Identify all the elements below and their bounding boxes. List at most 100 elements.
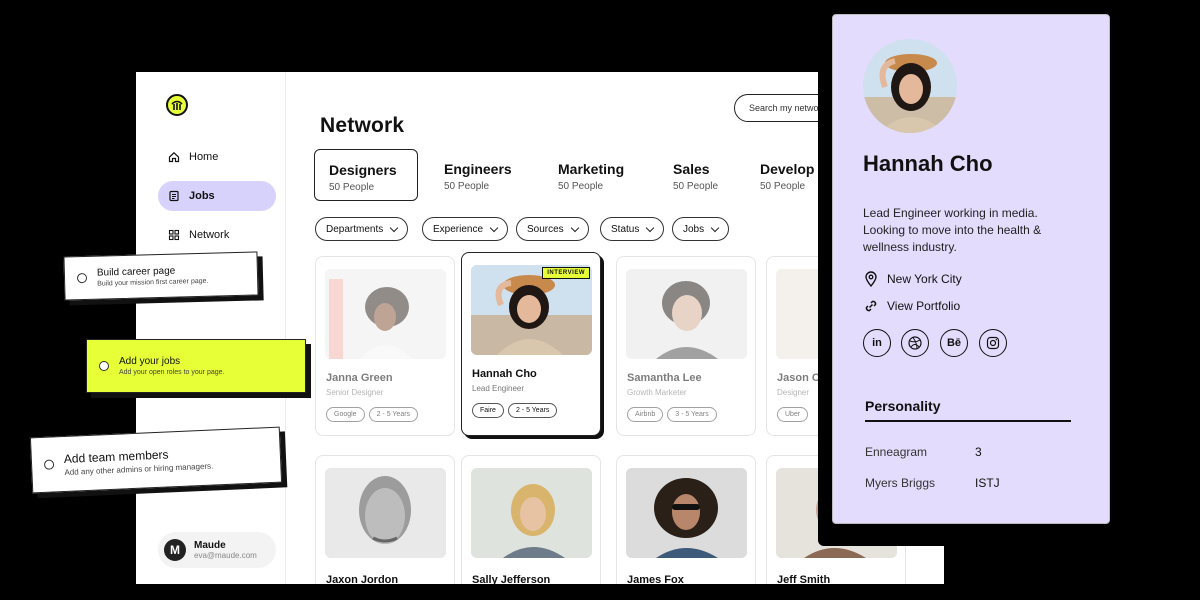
filter-label: Jobs bbox=[683, 223, 705, 235]
tab-count: 50 People bbox=[444, 181, 490, 192]
linkedin-icon[interactable]: in bbox=[863, 329, 891, 357]
person-card[interactable]: Samantha Lee Growth Marketer Airbnb 3 - 5… bbox=[616, 256, 756, 436]
task-subtitle: Build your mission first career page. bbox=[97, 277, 209, 288]
person-photo bbox=[325, 468, 446, 558]
sidebar-item-network[interactable]: Network bbox=[158, 220, 276, 250]
experience-tag: 2 - 5 Years bbox=[507, 403, 558, 418]
filter-departments[interactable]: Departments bbox=[315, 217, 409, 241]
chevron-down-icon bbox=[710, 223, 720, 232]
person-card[interactable]: Jaxon Jordon bbox=[315, 455, 455, 584]
company-tag: Faire bbox=[472, 403, 504, 418]
location-text: New York City bbox=[887, 272, 962, 286]
section-title: Personality bbox=[865, 398, 941, 414]
network-icon bbox=[168, 229, 180, 241]
document-icon bbox=[169, 190, 179, 202]
person-name: Jason C bbox=[777, 372, 820, 384]
user-name: Maude bbox=[194, 540, 226, 551]
chevron-down-icon bbox=[646, 223, 655, 232]
sidebar-item-label: Network bbox=[189, 229, 230, 241]
person-name: Sally Jefferson bbox=[472, 574, 551, 584]
behance-icon[interactable]: Bē bbox=[940, 329, 968, 357]
person-card[interactable]: James Fox bbox=[616, 455, 756, 584]
filter-sources[interactable]: Sources bbox=[516, 217, 589, 241]
trait-label: Myers Briggs bbox=[865, 476, 936, 490]
person-photo bbox=[626, 269, 747, 359]
person-card[interactable]: Janna Green Senior Designer Google 2 - 5 … bbox=[315, 256, 455, 436]
sidebar-item-label: Jobs bbox=[189, 190, 215, 202]
filter-label: Departments bbox=[326, 223, 384, 235]
task-add-team-members[interactable]: Add team members Add any other admins or… bbox=[29, 426, 283, 494]
trait-label: Enneagram bbox=[865, 445, 928, 459]
profile-name: Hannah Cho bbox=[863, 151, 993, 176]
divider bbox=[865, 420, 1071, 422]
company-tag: Uber bbox=[777, 407, 809, 422]
person-name: James Fox bbox=[627, 574, 684, 584]
trait-value: ISTJ bbox=[975, 476, 1000, 490]
instagram-icon[interactable] bbox=[979, 329, 1007, 357]
person-role: Designer bbox=[777, 388, 810, 397]
page-title: Network bbox=[320, 114, 405, 137]
task-checkbox[interactable] bbox=[99, 361, 109, 371]
task-checkbox[interactable] bbox=[76, 272, 88, 284]
person-role: Lead Engineer bbox=[472, 384, 525, 393]
logo-icon bbox=[166, 94, 188, 116]
company-tag: Google bbox=[326, 407, 365, 422]
portfolio-text: View Portfolio bbox=[887, 299, 961, 313]
filter-experience[interactable]: Experience bbox=[422, 217, 509, 241]
profile-location: New York City bbox=[863, 271, 962, 287]
profile-panel: Hannah Cho Lead Engineer working in medi… bbox=[832, 14, 1110, 524]
filter-label: Experience bbox=[433, 223, 484, 235]
filter-label: Sources bbox=[527, 223, 564, 235]
trait-value: 3 bbox=[975, 445, 982, 459]
person-name: Hannah Cho bbox=[472, 368, 537, 380]
tab-label: Sales bbox=[673, 161, 710, 177]
person-name: Jaxon Jordon bbox=[326, 574, 399, 584]
person-card-selected[interactable]: INTERVIEW Hannah Cho Lead Engineer Faire… bbox=[461, 252, 601, 436]
profile-bio: Lead Engineer working in media. Looking … bbox=[863, 206, 1042, 254]
person-photo bbox=[626, 468, 747, 558]
location-pin-icon bbox=[865, 271, 877, 287]
task-title: Build career page bbox=[96, 265, 176, 279]
profile-photo bbox=[863, 39, 957, 133]
task-subtitle: Add your open roles to your page. bbox=[119, 369, 225, 376]
avatar: M bbox=[164, 539, 186, 561]
sidebar-item-jobs[interactable]: Jobs bbox=[158, 181, 276, 211]
task-build-career-page[interactable]: Build career page Build your mission fir… bbox=[63, 251, 259, 301]
person-name: Jeff Smith bbox=[777, 574, 831, 584]
filter-status[interactable]: Status bbox=[600, 217, 665, 241]
tab-sales[interactable]: Sales 50 People bbox=[659, 149, 732, 201]
view-portfolio-link[interactable]: View Portfolio bbox=[863, 298, 960, 314]
sidebar-item-home[interactable]: Home bbox=[158, 142, 276, 172]
dribbble-icon[interactable] bbox=[901, 329, 929, 357]
person-card[interactable]: Sally Jefferson bbox=[461, 455, 601, 584]
experience-tag: 3 - 5 Years bbox=[667, 407, 717, 422]
home-icon bbox=[168, 151, 180, 163]
tab-label: Develop bbox=[760, 161, 815, 177]
status-badge: INTERVIEW bbox=[542, 267, 590, 279]
person-photo bbox=[325, 269, 446, 359]
sidebar-item-label: Home bbox=[189, 151, 219, 163]
tab-count: 50 People bbox=[673, 181, 719, 192]
task-add-your-jobs[interactable]: Add your jobs Add your open roles to you… bbox=[86, 339, 306, 393]
person-role: Senior Designer bbox=[326, 388, 384, 397]
chevron-down-icon bbox=[570, 223, 579, 232]
experience-tag: 2 - 5 Years bbox=[368, 407, 419, 422]
person-name: Janna Green bbox=[326, 372, 393, 384]
task-checkbox[interactable] bbox=[43, 459, 55, 470]
tab-count: 50 People bbox=[760, 181, 806, 192]
company-tag: Airbnb bbox=[627, 407, 664, 422]
tab-develop[interactable]: Develop 50 People bbox=[746, 149, 828, 201]
filter-label: Status bbox=[611, 223, 640, 235]
task-title: Add your jobs bbox=[119, 356, 181, 367]
tab-label: Engineers bbox=[444, 161, 512, 177]
tab-engineers[interactable]: Engineers 50 People bbox=[430, 149, 526, 201]
person-name: Samantha Lee bbox=[627, 372, 702, 384]
tab-marketing[interactable]: Marketing 50 People bbox=[544, 149, 638, 201]
tab-label: Designers bbox=[329, 162, 397, 178]
filter-jobs[interactable]: Jobs bbox=[672, 217, 730, 241]
tab-count: 50 People bbox=[558, 181, 604, 192]
tab-designers[interactable]: Designers 50 People bbox=[314, 149, 418, 201]
tab-count: 50 People bbox=[329, 182, 375, 193]
person-role: Growth Marketer bbox=[627, 388, 687, 397]
user-account[interactable]: M Maude eva@maude.com bbox=[158, 532, 276, 568]
